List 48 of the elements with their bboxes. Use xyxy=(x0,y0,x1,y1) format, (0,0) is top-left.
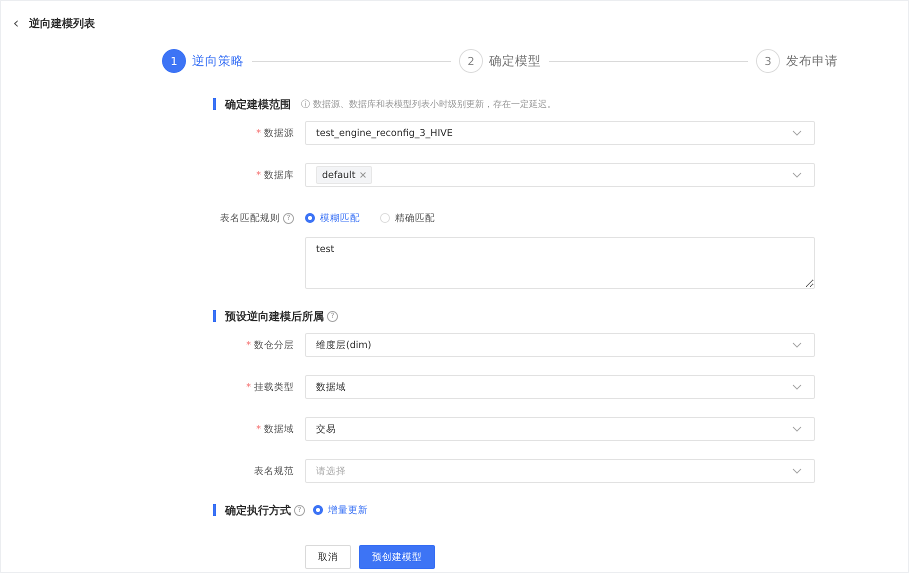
field-label: 数据库 xyxy=(264,168,294,182)
field-label: 数据域 xyxy=(264,422,294,436)
tag-label: default xyxy=(322,170,356,180)
chevron-down-icon xyxy=(792,468,802,474)
cancel-button[interactable]: 取消 xyxy=(305,545,351,569)
required-mark: * xyxy=(246,382,251,392)
chevron-down-icon xyxy=(792,342,802,348)
close-icon[interactable] xyxy=(360,172,366,178)
select-field[interactable]: 数据域 xyxy=(305,375,815,399)
required-mark: * xyxy=(256,170,261,180)
radio-option[interactable]: 增量更新 xyxy=(313,504,368,516)
field-label: 表名匹配规则 xyxy=(220,212,280,224)
section-marker xyxy=(213,98,216,110)
required-mark: * xyxy=(246,340,251,350)
step-label: 逆向策略 xyxy=(192,52,244,70)
back-icon[interactable]: ‹ xyxy=(13,15,25,31)
step-label: 发布申请 xyxy=(786,52,838,70)
create-button[interactable]: 预创建模型 xyxy=(359,545,435,569)
step-number: 2 xyxy=(459,49,483,73)
chevron-down-icon xyxy=(792,172,802,178)
select-field[interactable]: 维度层(dim) xyxy=(305,333,815,357)
chevron-down-icon xyxy=(792,426,802,432)
section-title: 确定建模范围 xyxy=(225,96,291,112)
chevron-down-icon xyxy=(792,130,802,136)
chevron-down-icon xyxy=(792,384,802,390)
section-title: 确定执行方式 xyxy=(225,502,291,518)
text-area[interactable]: test xyxy=(305,237,815,289)
section-note: ⓘ 数据源、数据库和表模型列表小时级别更新，存在一定延迟。 xyxy=(301,98,556,110)
section-marker xyxy=(213,310,216,322)
required-mark: * xyxy=(256,128,261,138)
radio-icon[interactable] xyxy=(313,505,323,515)
field-label: 表名规范 xyxy=(254,464,294,478)
radio-icon[interactable] xyxy=(305,213,315,223)
select-field[interactable]: 交易 xyxy=(305,417,815,441)
section-marker xyxy=(213,504,216,516)
required-mark: * xyxy=(256,424,261,434)
step-number: 3 xyxy=(756,49,780,73)
step-number: 1 xyxy=(162,49,186,73)
radio-option[interactable]: 模糊匹配 xyxy=(305,212,360,224)
field-label: 数仓分层 xyxy=(254,338,294,352)
field-label: 数据源 xyxy=(264,126,294,140)
select-field[interactable]: test_engine_reconfig_3_HIVE xyxy=(305,121,815,145)
multi-select-field[interactable]: default xyxy=(305,163,815,187)
page-title: 逆向建模列表 xyxy=(29,16,95,30)
radio-option[interactable]: 精确匹配 xyxy=(380,212,435,224)
field-label: 挂载类型 xyxy=(254,380,294,394)
step-label: 确定模型 xyxy=(489,52,541,70)
section-title: 预设逆向建模后所属 xyxy=(225,308,324,324)
